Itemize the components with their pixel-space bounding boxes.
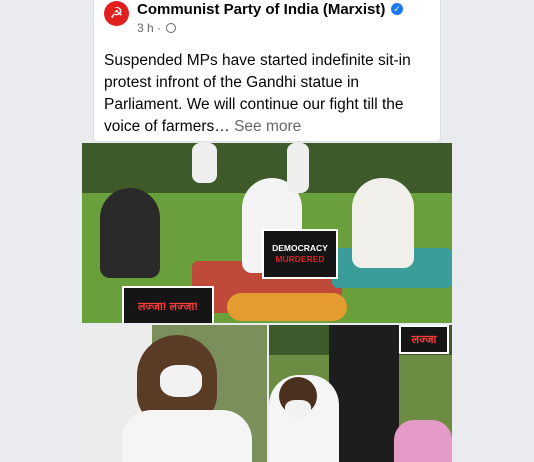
- person-right: [352, 178, 414, 268]
- shame-sign-small: लज्जा: [399, 325, 449, 354]
- face-mask-2: [285, 400, 311, 418]
- post-meta: 3 h ·: [137, 21, 177, 35]
- face-mask: [160, 365, 202, 397]
- see-more-link[interactable]: See more: [234, 118, 301, 135]
- democracy-sign: DEMOCRACY MURDERED: [262, 229, 338, 279]
- page-name-link[interactable]: Communist Party of India (Marxist): [137, 1, 385, 18]
- post-text: Suspended MPs have started indefinite si…: [104, 50, 434, 138]
- standing-person: [192, 143, 217, 183]
- standing-person-2: [287, 143, 309, 193]
- sign-line-2: MURDERED: [275, 254, 325, 264]
- white-shirt: [122, 410, 252, 462]
- standing-trousers: [329, 325, 399, 462]
- yellow-pillow: [227, 293, 347, 321]
- photo-sit-in[interactable]: DEMOCRACY MURDERED लज्जा! लज्जा!: [82, 143, 452, 323]
- pink-kurta: [394, 420, 452, 462]
- post-timestamp[interactable]: 3 h: [137, 21, 154, 35]
- shame-sign: लज्जा! लज्जा!: [122, 286, 214, 323]
- post-card: ☭ Communist Party of India (Marxist) ✓ 3…: [93, 0, 441, 142]
- person-left: [100, 188, 160, 278]
- hammer-sickle-icon: ☭: [109, 5, 124, 22]
- globe-icon: [166, 23, 177, 33]
- sign-line-1: DEMOCRACY: [272, 243, 328, 253]
- verified-badge-icon: ✓: [391, 3, 403, 15]
- photo-mp-masked[interactable]: [82, 325, 267, 462]
- page-avatar[interactable]: ☭: [104, 1, 129, 26]
- photo-grid: DEMOCRACY MURDERED लज्जा! लज्जा! लज्जा: [82, 143, 452, 462]
- meta-separator: ·: [157, 21, 162, 35]
- photo-mp-second[interactable]: लज्जा: [269, 325, 452, 462]
